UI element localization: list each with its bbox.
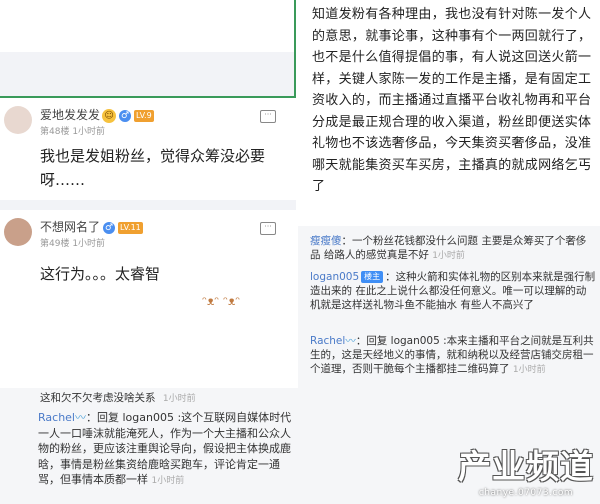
level-badge: LV.9: [134, 109, 154, 122]
forum-posts-panel: 爱地发发发 ☺ ♂ LV.9 第48楼 1小时前 ··· 我也是发姐粉丝，觉得众筹没必…: [0, 98, 296, 388]
post-meta: 第48楼 1小时前: [40, 124, 105, 137]
comment-icon[interactable]: ···: [260, 222, 276, 235]
reply-body[interactable]: Rachel〰：回复 logan005 :这个互联网自媒体时代一人一口唾沫就能淹…: [38, 410, 300, 490]
gender-male-icon: ♂: [103, 221, 116, 234]
bottom-reply-panel: 这和欠不欠考虑没啥关系 1小时前 Rachel〰：回复 logan005 :这个…: [0, 388, 600, 504]
main-post-panel: 知道发粉有各种理由，我也没有针对陈一发个人的意思，就事论事，这种事有个一两回就行…: [298, 0, 600, 224]
comment-username[interactable]: Rachel: [310, 335, 345, 347]
post-text: 这行为。。。太睿智: [40, 265, 161, 283]
fragment-time: 1小时前: [162, 394, 196, 404]
comment-time: 1小时前: [512, 365, 546, 375]
wave-emoji-icon: 〰: [345, 335, 356, 347]
top-left-panel: [0, 0, 296, 98]
avatar[interactable]: [4, 218, 32, 246]
blank-strip: [0, 0, 294, 52]
floor-label: 第48楼: [40, 127, 70, 137]
comment-item[interactable]: Rachel〰：回复 logan005 :本来主播和平台之间就是互利共生的，这是…: [310, 334, 596, 377]
post-48: 爱地发发发 ☺ ♂ LV.9 第48楼 1小时前 ··· 我也是发姐粉丝，觉得众筹没必…: [0, 98, 296, 200]
level-badge: LV.11: [118, 221, 143, 234]
comment-username[interactable]: logan005: [310, 271, 359, 283]
owner-badge: 楼主: [361, 271, 384, 283]
avatar[interactable]: [4, 106, 32, 134]
comment-item[interactable]: 瘦瘦傻：一个粉丝花钱都没什么问题 主要是众筹买了个奢侈品 给路人的感觉真是不好 …: [310, 234, 596, 263]
main-post-text: 知道发粉有各种理由，我也没有针对陈一发个人的意思，就事论事，这种事有个一两回就行…: [312, 7, 592, 194]
floor-label: 第49楼: [40, 239, 70, 249]
comment-item[interactable]: logan005 楼主 ：这种火箭和实体礼物的区别本来就是强行制造出来的 在此之上说…: [310, 270, 596, 312]
post-user[interactable]: 不想网名了 ♂ LV.11: [40, 218, 143, 235]
comment-username[interactable]: Rachel: [38, 411, 75, 424]
comment-time: 1小时前: [151, 476, 185, 486]
comments-panel: 瘦瘦傻：一个粉丝花钱都没什么问题 主要是众筹买了个奢侈品 给路人的感觉真是不好 …: [298, 226, 600, 388]
comment-icon[interactable]: ···: [260, 110, 276, 123]
comment-time: 1小时前: [432, 251, 465, 261]
post-time: 1小时前: [72, 127, 106, 137]
post-time: 1小时前: [72, 239, 106, 249]
gender-male-icon: ♂: [119, 109, 132, 122]
wave-emoji-icon: 〰: [75, 411, 86, 424]
fragment-text: 这和欠不欠考虑没啥关系: [40, 392, 156, 404]
username[interactable]: 不想网名了: [40, 220, 100, 234]
smiling-face-emoji-icon: ☺: [102, 108, 117, 123]
watermark-title: 产业频道: [458, 447, 594, 486]
username[interactable]: 爱地发发发: [40, 108, 100, 122]
post-meta: 第49楼 1小时前: [40, 236, 105, 249]
post-text: 我也是发姐粉丝，觉得众筹没必要呀……: [40, 147, 266, 189]
post-49: 不想网名了 ♂ LV.11 第49楼 1小时前 ··· 这行为。。。太睿智: [0, 210, 296, 300]
post-user[interactable]: 爱地发发发 ☺ ♂ LV.9: [40, 106, 154, 123]
watermark-url: chanye.07073.com: [478, 488, 574, 498]
divider: [0, 200, 296, 210]
comment-fragment: 这和欠不欠考虑没啥关系 1小时前: [40, 390, 196, 405]
comment-username[interactable]: 瘦瘦傻: [310, 235, 342, 247]
site-watermark: 产业频道 chanye.07073.com: [458, 440, 594, 498]
emoji-fragment: ᵔᴥᵔ ᵔᴥᵔ: [202, 294, 241, 308]
